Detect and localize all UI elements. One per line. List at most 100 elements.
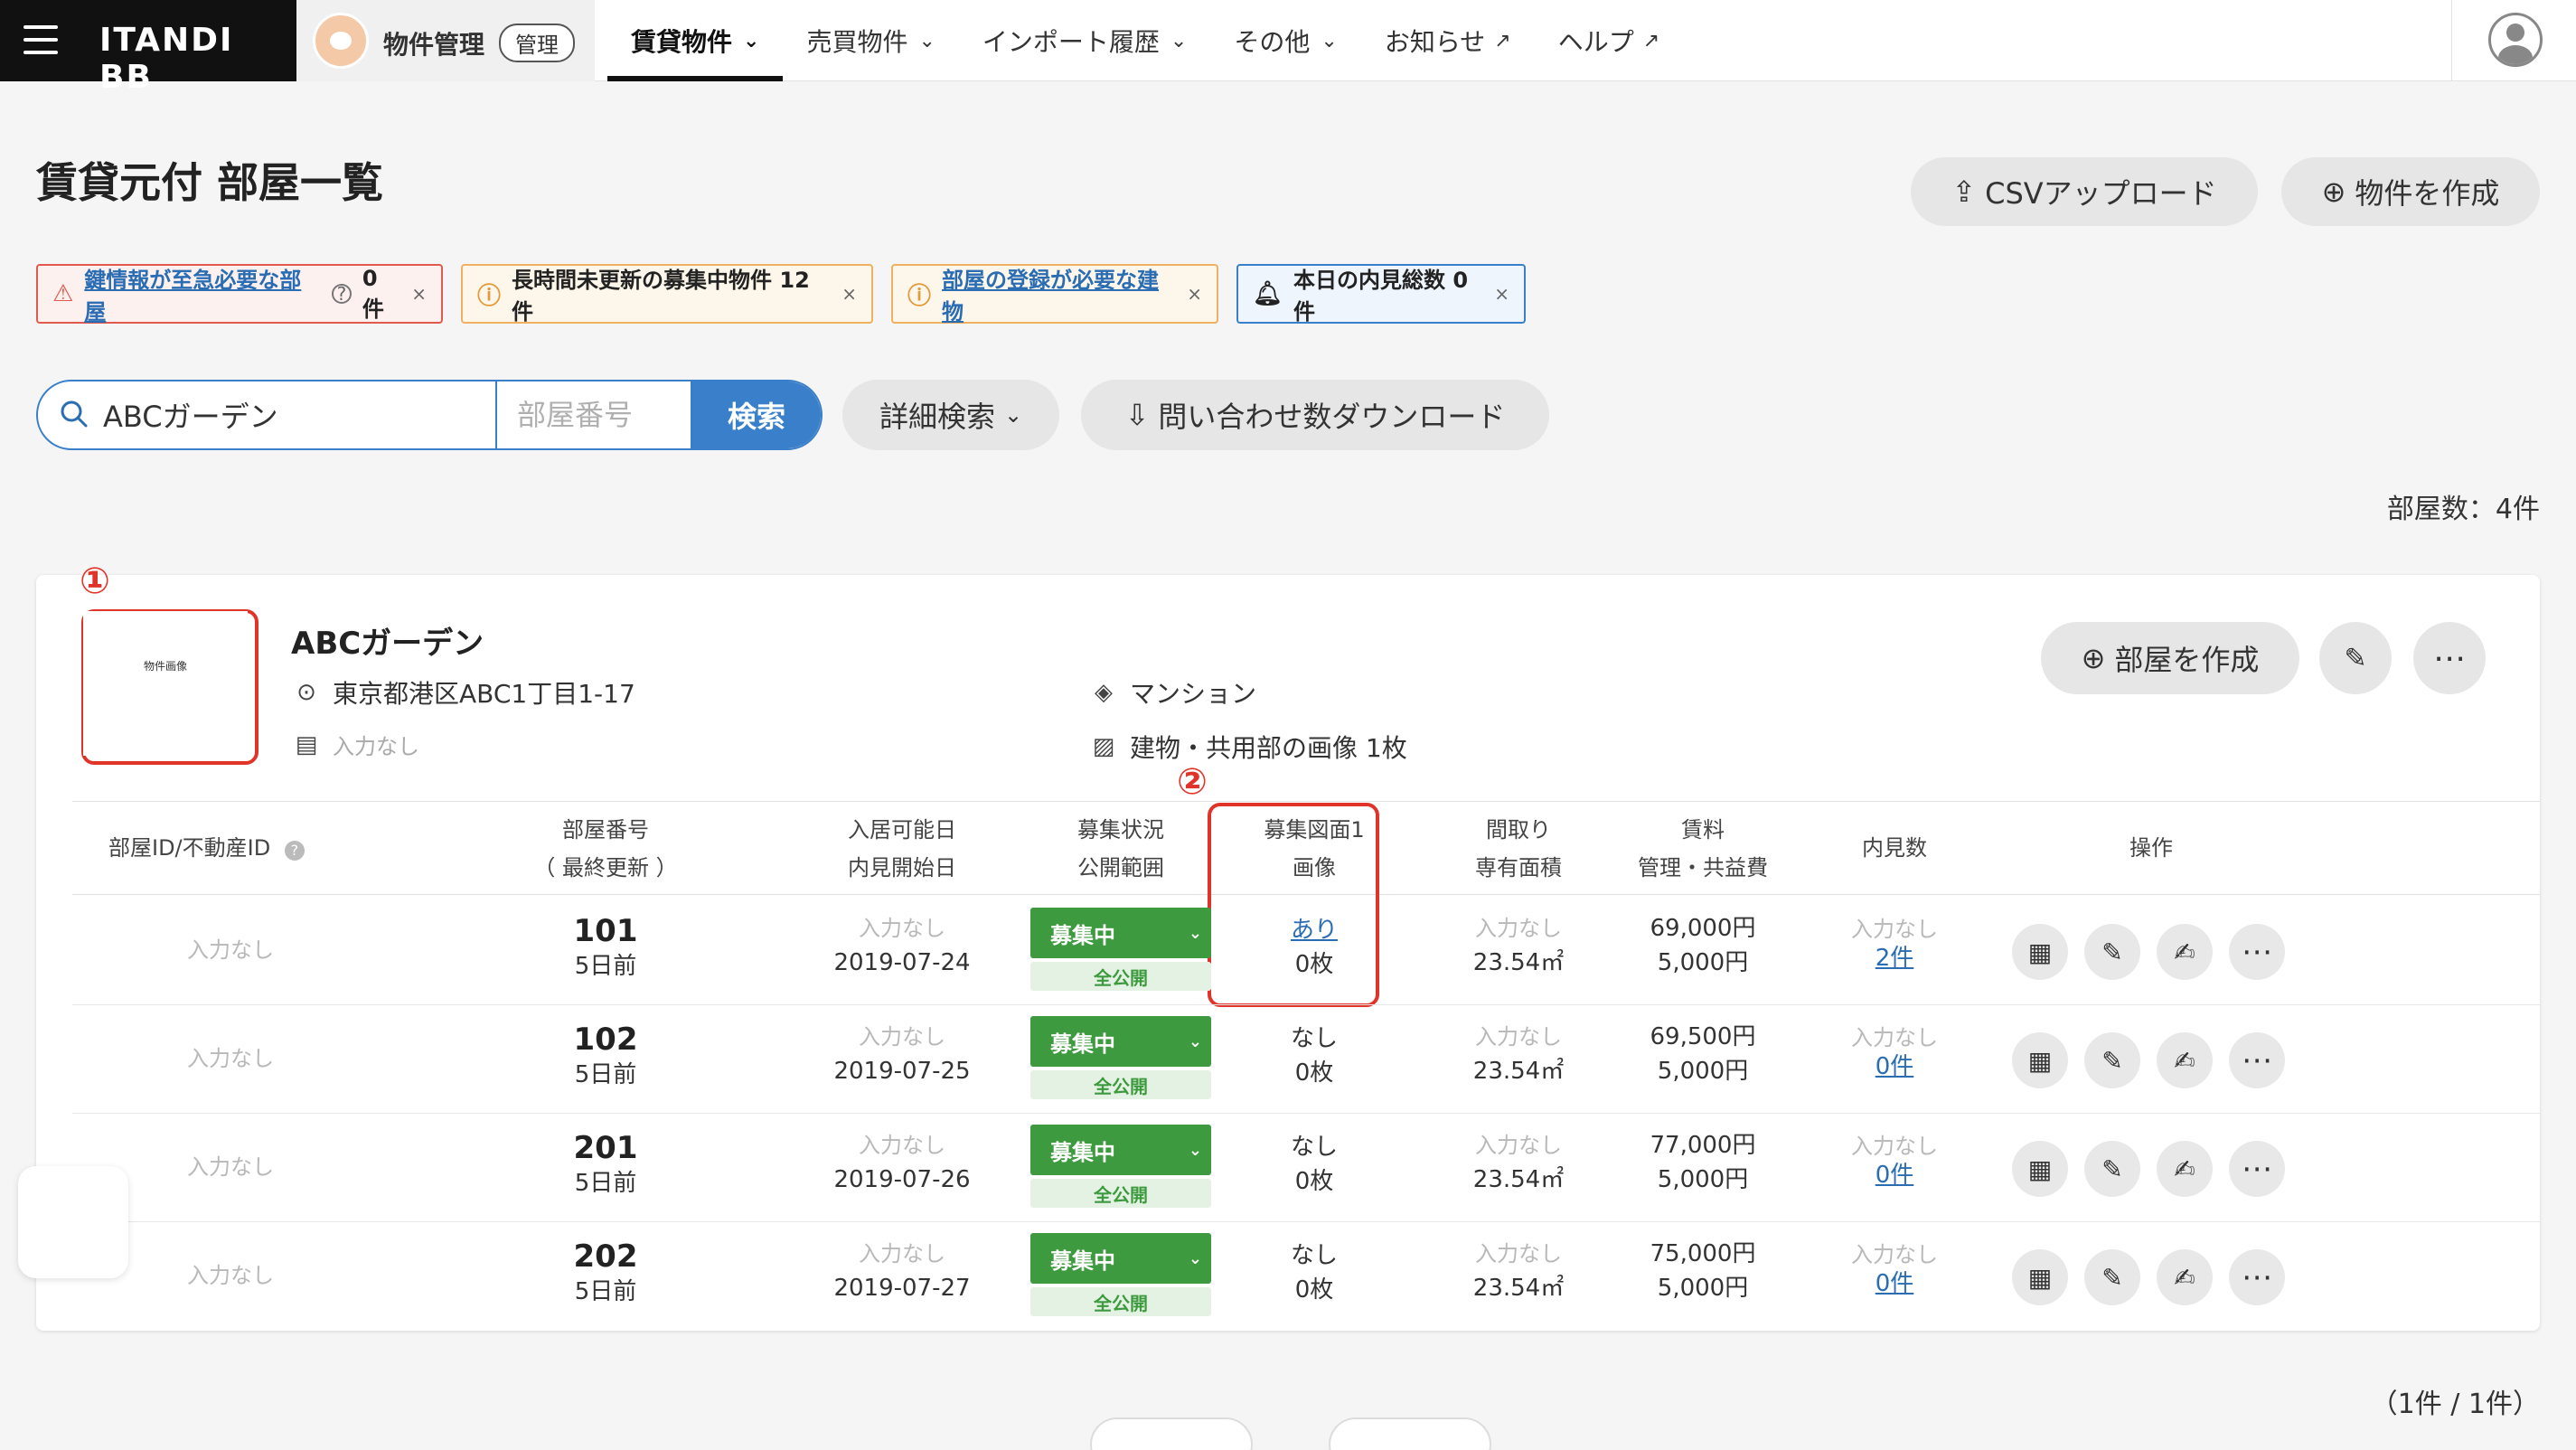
schedule-button[interactable]: ▦ [2012, 924, 2068, 980]
nav-news[interactable]: お知らせ ↗ [1361, 0, 1535, 81]
viewings-count-link[interactable]: 2件 [1822, 944, 1967, 973]
view-start-date: 2019-07-27 [833, 1275, 971, 1302]
room-more-button[interactable]: ⋯ [2229, 1141, 2285, 1197]
status-select[interactable]: 募集中 ⌄ [1030, 908, 1211, 958]
table-row: 入力なし 201 5日前 入力なし 2019-07-26 募集中 ⌄ 全公開 な… [72, 1114, 2540, 1222]
user-avatar-icon[interactable] [2488, 13, 2543, 67]
viewings-count-link[interactable]: 0件 [1822, 1269, 1967, 1298]
edit-listing-button[interactable]: ✍ [2157, 1249, 2213, 1305]
brand-area: ITANDI BB [0, 0, 296, 96]
edit-listing-button[interactable]: ✍ [2157, 1141, 2213, 1197]
schedule-button[interactable]: ▦ [2012, 1032, 2068, 1088]
search-icon [61, 400, 88, 428]
info-circle-icon: ⓘ [907, 282, 932, 310]
nav-rental[interactable]: 賃貸物件 ⌄ [607, 0, 784, 81]
search-input[interactable] [103, 381, 528, 448]
user-menu[interactable] [2451, 0, 2576, 81]
chevron-down-icon: ⌄ [1003, 402, 1023, 428]
alert-key-info-link[interactable]: 鍵情報が至急必要な部屋 [84, 262, 321, 325]
schedule-button[interactable]: ▦ [2012, 1249, 2068, 1305]
edit-room-button[interactable]: ✎ [2084, 1032, 2140, 1088]
close-icon[interactable]: × [1187, 283, 1202, 305]
search-button[interactable]: 検索 [691, 381, 821, 448]
room-number[interactable]: 201 [506, 1130, 705, 1166]
nav-import-label: インポート履歴 [982, 27, 1160, 57]
layout-cell: 入力なし 23.54㎡ [1437, 911, 1600, 980]
brand-logo[interactable]: ITANDI BB [99, 22, 296, 96]
alert-key-info[interactable]: ⚠ 鍵情報が至急必要な部屋 ? 0件 × [36, 262, 443, 325]
warning-triangle-icon: ⚠ [52, 280, 74, 307]
annotation-marker-1: ① [80, 560, 110, 602]
chevron-down-icon: ⌄ [1188, 1031, 1202, 1051]
nav-news-label: お知らせ [1384, 27, 1486, 57]
alert-room-registration-link[interactable]: 部屋の登録が必要な建物 [942, 262, 1174, 325]
floor-plan-link[interactable]: あり [1224, 913, 1405, 947]
calendar-icon: ▦ [2027, 1262, 2053, 1293]
close-icon[interactable]: × [1494, 283, 1509, 305]
floor-plan-cell: あり 0枚 [1224, 913, 1405, 982]
room-number[interactable]: 202 [506, 1238, 705, 1275]
annotation-marker-2: ② [1177, 761, 1208, 803]
edit-room-button[interactable]: ✎ [2084, 924, 2140, 980]
edit-listing-button[interactable]: ✍ [2157, 924, 2213, 980]
close-icon[interactable]: × [841, 283, 857, 305]
hamburger-menu-icon[interactable] [24, 25, 58, 54]
room-number[interactable]: 101 [506, 913, 705, 949]
viewings-count-link[interactable]: 0件 [1822, 1161, 1967, 1190]
availability-cell: 入力なし 2019-07-24 [812, 911, 992, 980]
page-title: 賃貸元付 部屋一覧 [36, 158, 384, 207]
room-number-input[interactable] [495, 381, 691, 448]
building-more-button[interactable]: ⋯ [2413, 622, 2486, 694]
pagination-next-button[interactable] [1329, 1417, 1491, 1450]
nav-sale[interactable]: 売買物件 ⌄ [783, 0, 958, 81]
room-more-button[interactable]: ⋯ [2229, 1249, 2285, 1305]
room-number-cell[interactable]: 202 5日前 [506, 1238, 705, 1309]
product-switcher[interactable]: 物件管理 管理 [296, 0, 595, 81]
status-select[interactable]: 募集中 ⌄ [1030, 1233, 1211, 1284]
header-layout: 間取り 専有面積 [1437, 811, 1600, 887]
chevron-down-icon: ⌄ [743, 29, 760, 52]
advanced-search-button[interactable]: 詳細検索 ⌄ [842, 380, 1059, 450]
building-thumbnail[interactable]: 物件画像 [83, 611, 248, 756]
calendar-icon: ▦ [2027, 1153, 2053, 1184]
close-icon[interactable]: × [411, 283, 427, 305]
room-number-cell[interactable]: 102 5日前 [506, 1022, 705, 1092]
help-circle-icon[interactable]: ? [332, 283, 352, 305]
create-property-button[interactable]: ⊕ 物件を作成 [2281, 157, 2540, 226]
publish-scope-badge: 全公開 [1030, 1179, 1211, 1208]
create-room-button[interactable]: ⊕ 部屋を作成 [2041, 622, 2299, 694]
room-id-cell: 入力なし [187, 937, 274, 963]
nav-help[interactable]: ヘルプ ↗ [1535, 0, 1683, 81]
view-start-date: 2019-07-25 [833, 1058, 971, 1085]
edit-room-button[interactable]: ✎ [2084, 1141, 2140, 1197]
viewings-count-link[interactable]: 0件 [1822, 1052, 1967, 1081]
room-more-button[interactable]: ⋯ [2229, 924, 2285, 980]
room-more-button[interactable]: ⋯ [2229, 1032, 2285, 1088]
alert-viewings-today[interactable]: 🔔︎ 本日の内見総数 0件 × [1236, 264, 1526, 325]
nav-import-history[interactable]: インポート履歴 ⌄ [959, 0, 1210, 81]
status-select[interactable]: 募集中 ⌄ [1030, 1016, 1211, 1067]
csv-upload-button[interactable]: ⇪ CSVアップロード [1911, 157, 2258, 226]
floating-panel[interactable] [18, 1166, 128, 1278]
room-number[interactable]: 102 [506, 1022, 705, 1058]
building-name[interactable]: ABCガーデン [291, 618, 484, 663]
inquiry-download-button[interactable]: ⇩ 問い合わせ数ダウンロード [1081, 380, 1549, 450]
room-id-cell: 入力なし [187, 1263, 274, 1288]
room-updated: 5日前 [574, 1170, 637, 1197]
room-number-cell[interactable]: 201 5日前 [506, 1130, 705, 1200]
edit-building-button[interactable]: ✎ [2319, 622, 2392, 694]
schedule-button[interactable]: ▦ [2012, 1141, 2068, 1197]
alert-stale-listings[interactable]: ⓘ 長時間未更新の募集中物件 12件 × [461, 264, 873, 325]
help-circle-icon[interactable]: ? [284, 841, 305, 861]
room-id-cell: 入力なし [187, 1046, 274, 1071]
rent-cell: 75,000円 5,000円 [1603, 1237, 1802, 1305]
chevron-down-icon: ⌄ [1188, 1140, 1202, 1160]
edit-room-button[interactable]: ✎ [2084, 1249, 2140, 1305]
edit-listing-button[interactable]: ✍ [2157, 1032, 2213, 1088]
pagination-prev-button[interactable] [1090, 1417, 1253, 1450]
edit-document-icon: ✍ [2174, 1045, 2195, 1076]
nav-other[interactable]: その他 ⌄ [1210, 0, 1360, 81]
alert-room-registration[interactable]: ⓘ 部屋の登録が必要な建物 × [891, 262, 1218, 325]
room-number-cell[interactable]: 101 5日前 [506, 913, 705, 984]
status-select[interactable]: 募集中 ⌄ [1030, 1125, 1211, 1175]
